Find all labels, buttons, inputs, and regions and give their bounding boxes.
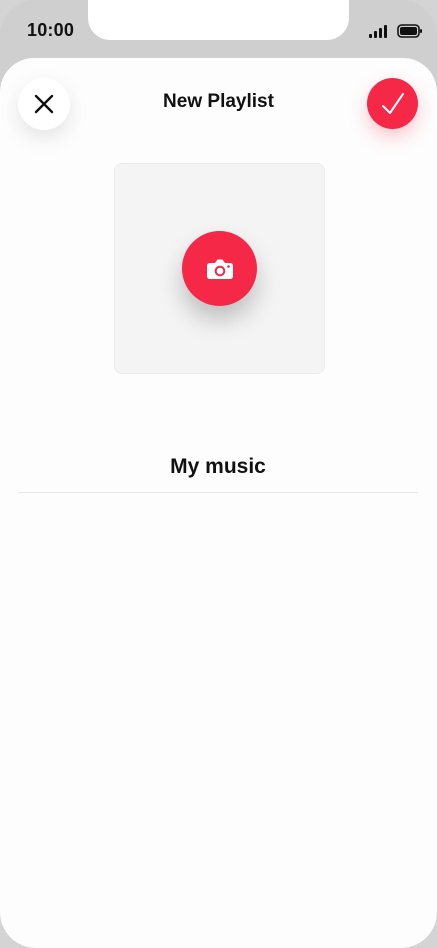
checkmark-icon: [381, 92, 404, 114]
add-artwork-button[interactable]: [182, 231, 257, 306]
signal-icon: [369, 25, 387, 38]
confirm-button[interactable]: [367, 78, 418, 129]
camera-icon: [206, 259, 233, 279]
playlist-name-input[interactable]: [18, 441, 418, 493]
device-frame: 10:00 New Playlist: [0, 0, 437, 948]
header: New Playlist: [0, 58, 437, 153]
notch: [88, 0, 349, 40]
status-time: 10:00: [27, 20, 75, 40]
playlist-artwork: [114, 163, 325, 374]
new-playlist-sheet: New Playlist: [0, 58, 437, 948]
battery-icon: [397, 24, 422, 38]
status-bar: 10:00: [0, 0, 437, 58]
